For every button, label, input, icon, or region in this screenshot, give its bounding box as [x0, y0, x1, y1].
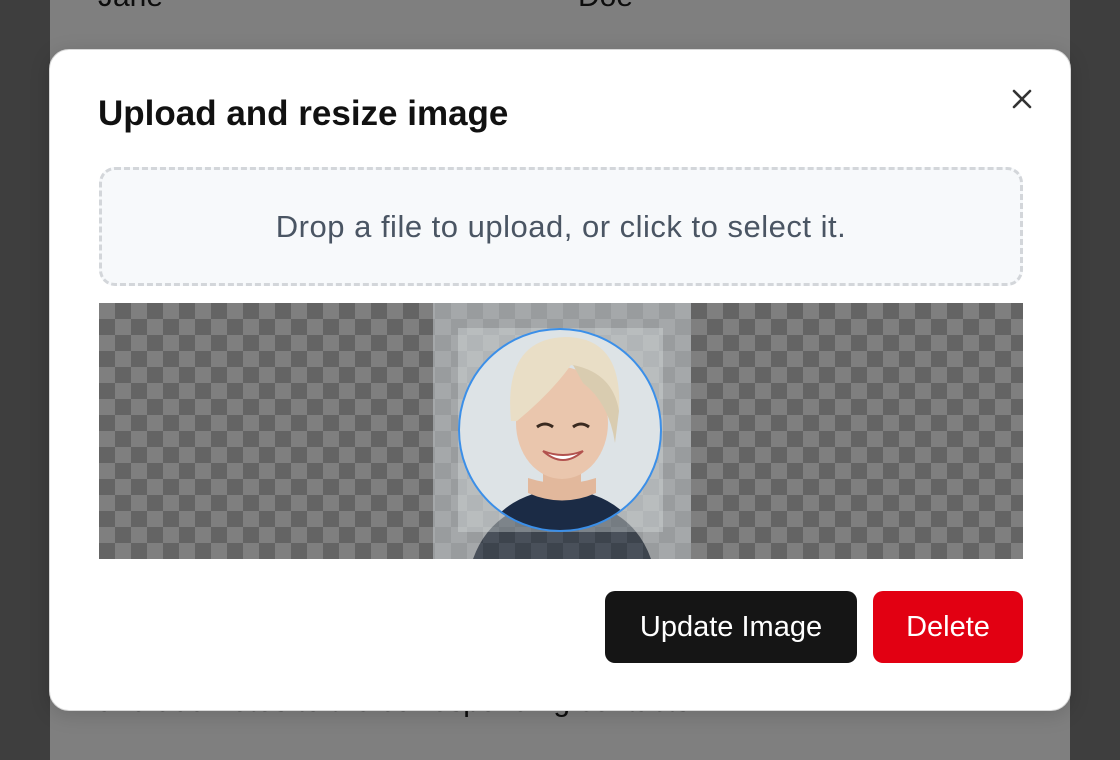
close-button[interactable]	[1005, 82, 1039, 116]
crop-circle-handle[interactable]	[458, 328, 662, 532]
close-icon	[1012, 89, 1032, 109]
update-image-button[interactable]: Update Image	[605, 591, 857, 663]
modal-title: Upload and resize image	[98, 94, 509, 133]
dropzone-text: Drop a file to upload, or click to selec…	[275, 208, 847, 244]
file-dropzone[interactable]: Drop a file to upload, or click to selec…	[99, 167, 1023, 286]
upload-image-modal: Upload and resize image Drop a file to u…	[49, 49, 1071, 711]
image-cropper[interactable]	[99, 303, 1023, 559]
delete-button[interactable]: Delete	[873, 591, 1023, 663]
